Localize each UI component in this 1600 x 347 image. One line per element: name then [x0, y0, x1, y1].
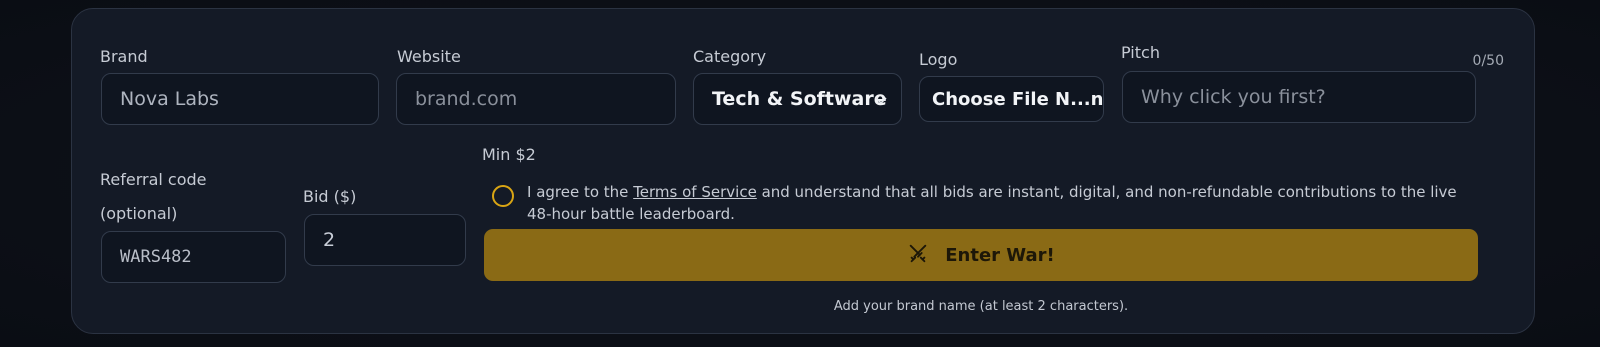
logo-file-button[interactable]: Choose File N...n	[919, 76, 1104, 122]
category-label: Category	[693, 47, 767, 66]
logo-label: Logo	[919, 50, 958, 69]
enter-war-label: Enter War!	[945, 244, 1055, 266]
enter-war-button[interactable]: Enter War!	[484, 229, 1478, 281]
referral-input[interactable]: WARS482	[101, 231, 286, 283]
pitch-input[interactable]: Why click you first?	[1122, 71, 1476, 123]
terms-agreement-text: I agree to the Terms of Service and unde…	[527, 181, 1482, 225]
bid-form-panel: Brand Nova Labs Website brand.com Catego…	[71, 8, 1535, 334]
brand-label: Brand	[100, 47, 148, 66]
bid-label: Bid ($)	[303, 187, 357, 206]
chevron-down-icon	[875, 88, 887, 110]
brand-input[interactable]: Nova Labs	[101, 73, 379, 125]
referral-label: Referral code	[100, 170, 207, 189]
category-select[interactable]: Tech & Software	[693, 73, 902, 125]
pitch-label: Pitch	[1121, 43, 1160, 62]
referral-optional-label: (optional)	[100, 204, 178, 223]
validation-hint: Add your brand name (at least 2 characte…	[833, 299, 1129, 314]
crossed-swords-icon	[907, 242, 929, 269]
bid-min-hint: Min $2	[482, 145, 536, 164]
bid-input[interactable]: 2	[304, 214, 466, 266]
terms-prefix: I agree to the	[527, 183, 634, 201]
website-label: Website	[397, 47, 461, 66]
website-input[interactable]: brand.com	[396, 73, 676, 125]
pitch-char-counter: 0/50	[1472, 53, 1504, 69]
category-value: Tech & Software	[712, 88, 887, 110]
terms-of-service-link[interactable]: Terms of Service	[633, 183, 757, 201]
terms-checkbox[interactable]	[492, 185, 514, 207]
